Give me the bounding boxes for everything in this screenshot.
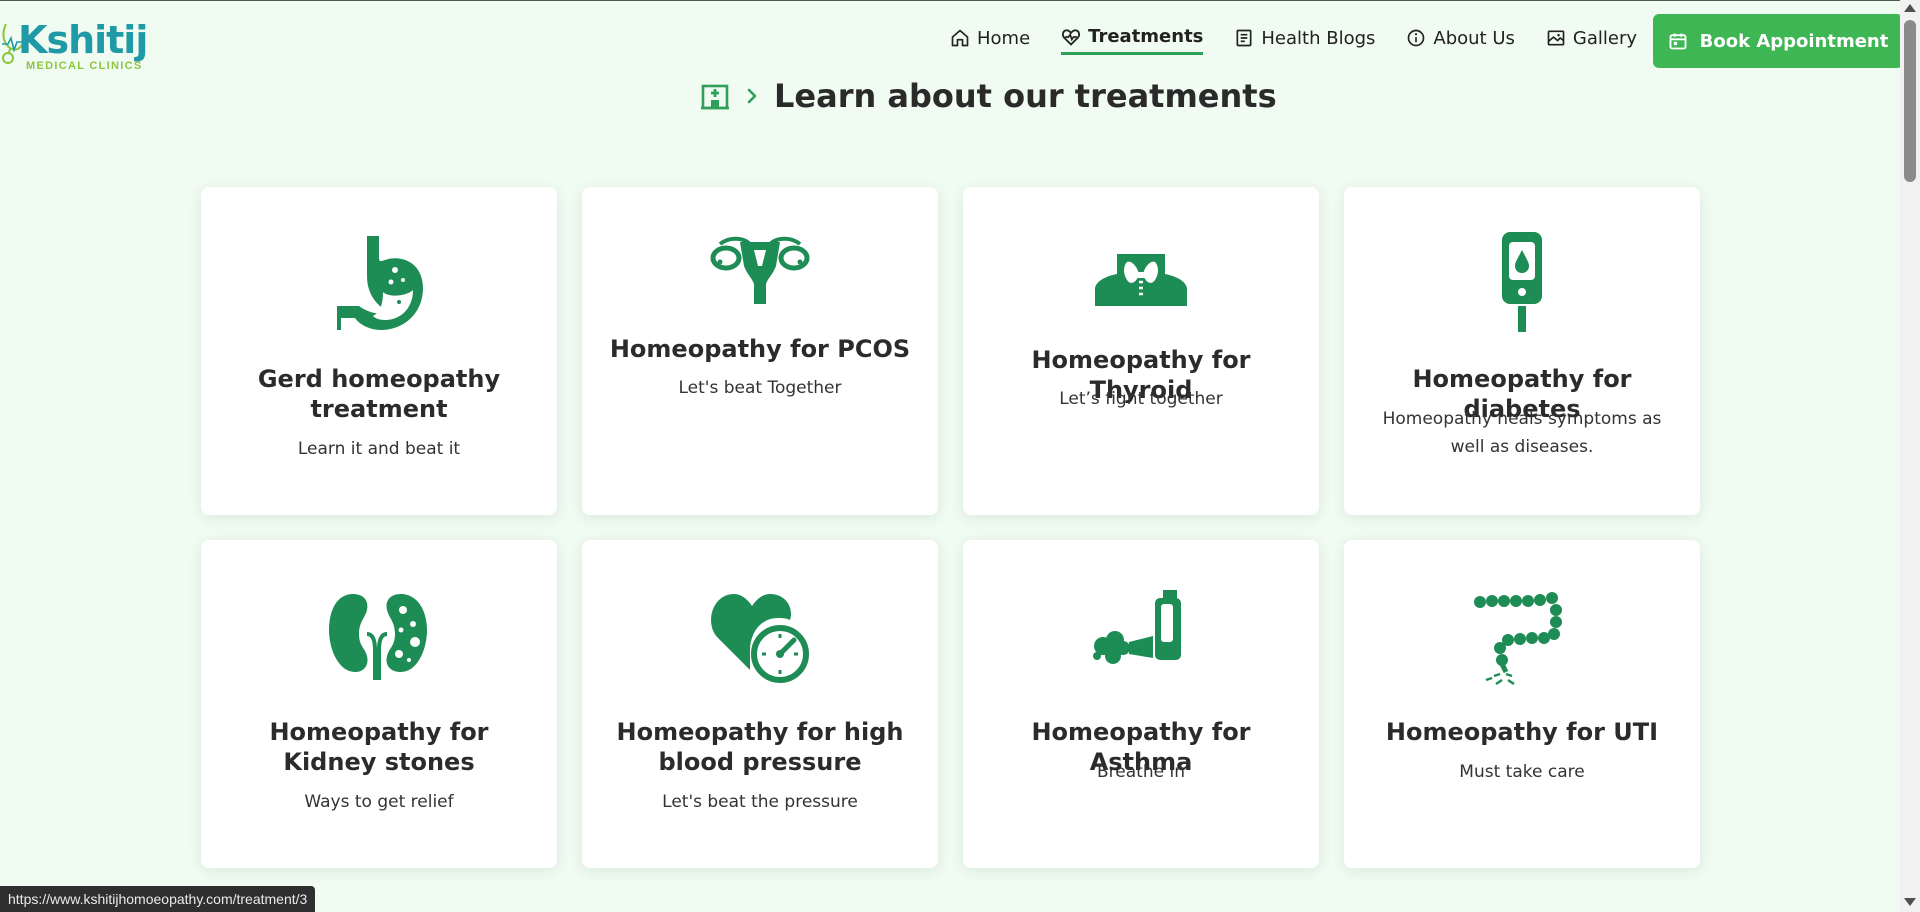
document-icon bbox=[1236, 29, 1252, 47]
treatment-title: Gerd homeopathy treatment bbox=[257, 365, 501, 423]
treatment-subtitle: Breathe in bbox=[1097, 762, 1185, 782]
treatment-card-pcos[interactable]: Homeopathy for PCOS Let's beat Together bbox=[582, 187, 938, 515]
scrollbar-thumb[interactable] bbox=[1904, 20, 1916, 182]
page-title: Learn about our treatments bbox=[774, 77, 1277, 115]
treatment-subtitle: Let's beat Together bbox=[678, 378, 842, 398]
treatment-subtitle: Learn it and beat it bbox=[297, 439, 461, 459]
nav-gallery-label: Gallery bbox=[1572, 27, 1637, 49]
nav-about-us[interactable]: About Us bbox=[1406, 28, 1515, 54]
info-icon bbox=[1408, 29, 1425, 47]
book-appointment-button[interactable]: Book Appointment bbox=[1653, 14, 1903, 68]
treatment-card-high-blood-pressure[interactable]: Homeopathy for high blood pressure Let's… bbox=[582, 540, 938, 868]
nav-about-us-label: About Us bbox=[1433, 27, 1515, 49]
main-nav: Home Treatments Health Blogs About Us Ga… bbox=[950, 26, 1668, 55]
chevron-right-icon bbox=[747, 88, 757, 104]
site-logo[interactable]: Kshitij MEDICAL CLINICS bbox=[0, 12, 160, 72]
hospital-icon bbox=[701, 84, 729, 110]
intestine-icon bbox=[1474, 592, 1562, 686]
stomach-icon bbox=[337, 236, 423, 330]
logo-subtitle: MEDICAL CLINICS bbox=[26, 60, 143, 72]
book-appointment-label: Book Appointment bbox=[1699, 30, 1889, 52]
nav-home[interactable]: Home bbox=[950, 28, 1030, 54]
thyroid-icon bbox=[1095, 254, 1187, 306]
treatment-title: Homeopathy for UTI bbox=[1385, 718, 1659, 746]
page-heading: Learn about our treatments bbox=[700, 76, 1277, 116]
treatment-title: Homeopathy for Kidney stones bbox=[269, 718, 489, 776]
kidney-icon bbox=[329, 594, 427, 680]
treatment-title: Homeopathy for PCOS bbox=[609, 335, 911, 363]
heart-pulse-icon bbox=[1062, 28, 1081, 46]
treatment-subtitle: Must take care bbox=[1459, 762, 1585, 782]
treatment-subtitle: Let’s fight together bbox=[1059, 389, 1223, 409]
treatment-card-asthma[interactable]: Homeopathy for Asthma Breathe in bbox=[963, 540, 1319, 868]
treatment-card-uti[interactable]: Homeopathy for UTI Must take care bbox=[1344, 540, 1700, 868]
treatment-subtitle: Let's beat the pressure bbox=[662, 792, 858, 812]
scroll-down-arrow-icon[interactable] bbox=[1904, 898, 1916, 906]
site-header: Kshitij MEDICAL CLINICS Home Treatments … bbox=[0, 0, 1903, 82]
gallery-icon bbox=[1547, 30, 1565, 46]
glucometer-icon bbox=[1502, 232, 1542, 332]
nav-gallery[interactable]: Gallery bbox=[1546, 28, 1637, 54]
treatment-card-thyroid[interactable]: Homeopathy for Thyroid Let’s fight toget… bbox=[963, 187, 1319, 515]
treatment-title: Homeopathy for high blood pressure bbox=[616, 718, 904, 776]
scroll-up-arrow-icon[interactable] bbox=[1904, 4, 1916, 12]
treatment-subtitle: Ways to get relief bbox=[304, 792, 454, 812]
logo-wordmark: Kshitij bbox=[18, 18, 148, 62]
nav-treatments-label: Treatments bbox=[1088, 26, 1204, 47]
nav-home-label: Home bbox=[977, 27, 1031, 49]
calendar-icon bbox=[1669, 33, 1687, 50]
nav-treatments[interactable]: Treatments bbox=[1061, 26, 1204, 55]
treatment-card-kidney-stones[interactable]: Homeopathy for Kidney stones Ways to get… bbox=[201, 540, 557, 868]
status-bar-url: https://www.kshitijhomoeopathy.com/treat… bbox=[0, 886, 316, 912]
treatment-subtitle: Homeopathy heals symptoms as well as dis… bbox=[1382, 409, 1662, 457]
home-icon bbox=[951, 29, 969, 47]
uterus-icon bbox=[710, 236, 810, 304]
treatment-card-diabetes[interactable]: Homeopathy for diabetes Homeopathy heals… bbox=[1344, 187, 1700, 515]
nav-health-blogs[interactable]: Health Blogs bbox=[1234, 28, 1375, 54]
nav-health-blogs-label: Health Blogs bbox=[1261, 27, 1376, 49]
inhaler-icon bbox=[1093, 590, 1181, 664]
treatment-card-gerd[interactable]: Gerd homeopathy treatment Learn it and b… bbox=[201, 187, 557, 515]
heart-gauge-icon bbox=[711, 594, 810, 684]
